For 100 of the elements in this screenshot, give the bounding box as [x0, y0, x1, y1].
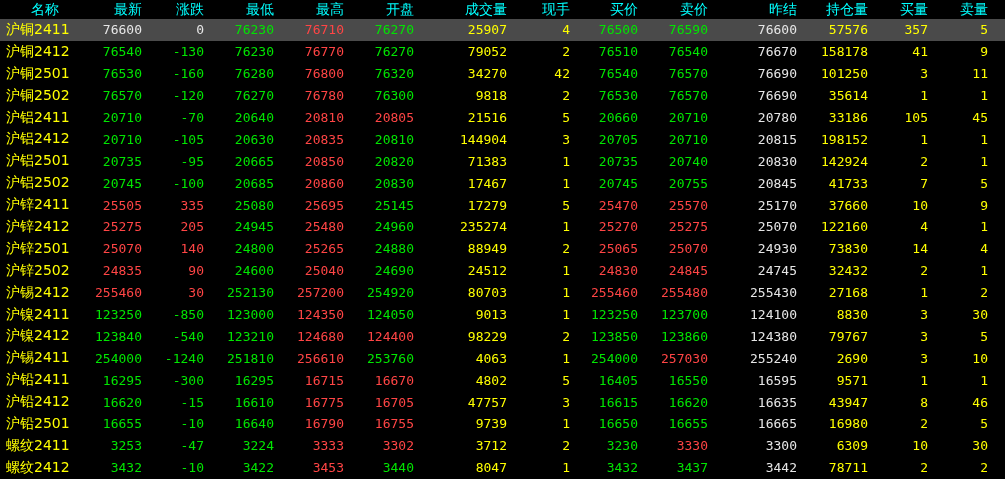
column-header[interactable]: 涨跌 [176, 0, 204, 19]
quote-row[interactable]: 沪锌2501 25070 140 24800 25265 24880 88949 2 25065 25070 24930 73830 14 4 [0, 237, 1005, 260]
table-cell: 3 [920, 307, 928, 322]
table-cell: 20860 [304, 175, 344, 191]
table-cell: 105 [904, 110, 928, 125]
table-cell: 254000 [95, 350, 142, 366]
quote-row[interactable]: 沪锡2412 255460 30 252130 257200 254920 80703 1 255460 255480 255430 27168 1 2 [0, 281, 1005, 304]
column-header[interactable]: 现手 [542, 0, 570, 19]
table-cell: 3442 [765, 460, 797, 476]
table-cell: -100 [172, 175, 204, 191]
table-cell: 8047 [475, 460, 507, 476]
quote-row[interactable]: 沪铜2501 76530 -160 76280 76800 76320 34270 42 76540 76570 76690 101250 3 11 [0, 62, 1005, 85]
table-cell: 20850 [304, 153, 344, 169]
contract-name: 沪铜2412 [5, 42, 70, 61]
table-cell: 41733 [828, 175, 868, 191]
column-header[interactable]: 最低 [246, 0, 274, 19]
table-cell: 16620 [668, 394, 708, 410]
table-cell: 3230 [606, 438, 638, 454]
table-cell: 76230 [234, 22, 274, 38]
quote-row[interactable]: 沪铅2412 16620 -15 16610 16775 16705 47757 3 16615 16620 16635 43947 8 46 [0, 391, 1005, 414]
column-header[interactable]: 开盘 [386, 0, 414, 19]
column-header[interactable]: 最新 [114, 0, 142, 19]
quote-row[interactable]: 沪铝2412 20710 -105 20630 20835 20810 144904 3 20705 20710 20815 198152 1 1 [0, 128, 1005, 151]
table-cell: 20710 [102, 131, 142, 147]
quote-row[interactable]: 沪铜2502 76570 -120 76270 76780 76300 9818 2 76530 76570 76690 35614 1 1 [0, 84, 1005, 107]
table-cell: 76600 [757, 22, 797, 38]
table-cell: 76690 [757, 88, 797, 104]
column-header[interactable]: 最高 [316, 0, 344, 19]
quote-row[interactable]: 沪铜2411 76600 0 76230 76710 76270 25907 4 76500 76590 76600 57576 357 5 [0, 19, 1005, 41]
table-cell: 2 [920, 153, 928, 169]
quote-row[interactable]: 沪镍2412 123840 -540 123210 124680 124400 98229 2 123850 123860 124380 79767 3 5 [0, 325, 1005, 348]
table-cell: 4802 [475, 372, 507, 388]
contract-name: 沪铜2411 [5, 20, 70, 39]
contract-name: 沪铜2502 [5, 86, 70, 105]
table-cell: 124100 [750, 307, 797, 322]
table-cell: 6309 [836, 438, 868, 454]
table-cell: -95 [180, 153, 204, 169]
table-cell: 25070 [102, 241, 142, 257]
table-cell: 43947 [828, 394, 868, 410]
table-cell: 3 [920, 350, 928, 366]
table-cell: 20740 [668, 153, 708, 169]
table-cell: 76320 [374, 66, 414, 82]
quote-row[interactable]: 沪镍2411 123250 -850 123000 124350 124050 9013 1 123250 123700 124100 8830 3 30 [0, 303, 1005, 326]
table-cell: 16705 [374, 394, 414, 410]
table-cell: 1 [980, 263, 988, 279]
quote-row[interactable]: 沪铝2502 20745 -100 20685 20860 20830 17467 1 20745 20755 20845 41733 7 5 [0, 172, 1005, 195]
table-cell: 20630 [234, 131, 274, 147]
column-header[interactable]: 成交量 [465, 0, 507, 19]
table-cell: 34270 [467, 66, 507, 82]
table-cell: 3 [920, 328, 928, 344]
table-cell: 79767 [828, 328, 868, 344]
table-cell: 17279 [467, 197, 507, 213]
quote-row[interactable]: 沪铜2412 76540 -130 76230 76770 76270 79052 2 76510 76540 76670 158178 41 9 [0, 40, 1005, 63]
table-cell: 20820 [374, 153, 414, 169]
table-cell: 76280 [234, 66, 274, 82]
table-cell: 1 [562, 307, 570, 322]
column-header[interactable]: 昨结 [769, 0, 797, 19]
table-cell: 10 [912, 197, 928, 213]
table-cell: 158178 [821, 44, 868, 60]
column-header[interactable]: 卖量 [960, 0, 988, 19]
column-header[interactable]: 卖价 [680, 0, 708, 19]
table-cell: 257030 [661, 350, 708, 366]
table-cell: 42 [554, 66, 570, 82]
table-cell: 20710 [668, 110, 708, 125]
table-cell: 144904 [460, 131, 507, 147]
table-cell: 35614 [828, 88, 868, 104]
quote-row[interactable]: 沪锌2411 25505 335 25080 25695 25145 17279 5 25470 25570 25170 37660 10 9 [0, 194, 1005, 216]
table-cell: -160 [172, 66, 204, 82]
quote-row[interactable]: 沪铝2501 20735 -95 20665 20850 20820 71383 1 20735 20740 20830 142924 2 1 [0, 150, 1005, 173]
table-cell: 10 [972, 350, 988, 366]
quote-row[interactable]: 沪锌2412 25275 205 24945 25480 24960 235274 1 25270 25275 25070 122160 4 1 [0, 216, 1005, 238]
quote-row[interactable]: 沪铅2411 16295 -300 16295 16715 16670 4802 5 16405 16550 16595 9571 1 1 [0, 369, 1005, 392]
table-cell: 142924 [821, 153, 868, 169]
table-cell: -15 [180, 394, 204, 410]
quote-row[interactable]: 沪锌2502 24835 90 24600 25040 24690 24512 1 24830 24845 24745 32432 2 1 [0, 259, 1005, 282]
contract-name: 沪锌2502 [5, 261, 70, 280]
table-cell: 5 [980, 416, 988, 432]
table-cell: -47 [180, 438, 204, 454]
table-cell: 254000 [591, 350, 638, 366]
table-cell: 16665 [757, 416, 797, 432]
table-cell: 8 [920, 394, 928, 410]
column-header[interactable]: 买价 [610, 0, 638, 19]
contract-name: 沪铝2502 [5, 174, 70, 193]
column-header[interactable]: 持仓量 [826, 0, 868, 19]
table-cell: 2 [980, 285, 988, 301]
table-cell: 2 [920, 263, 928, 279]
table-cell: 123250 [591, 307, 638, 322]
quote-row[interactable]: 沪锡2411 254000 -1240 251810 256610 253760 4063 1 254000 257030 255240 2690 3 10 [0, 347, 1005, 370]
quote-row[interactable]: 沪铝2411 20710 -70 20640 20810 20805 21516 5 20660 20710 20780 33186 105 45 [0, 106, 1005, 129]
column-header[interactable]: 买量 [900, 0, 928, 19]
table-cell: 124680 [297, 328, 344, 344]
table-cell: -10 [180, 416, 204, 432]
column-header[interactable]: 名称 [21, 0, 59, 19]
table-cell: 90 [188, 263, 204, 279]
quote-row[interactable]: 沪铅2501 16655 -10 16640 16790 16755 9739 1 16650 16655 16665 16980 2 5 [0, 413, 1005, 435]
quote-row[interactable]: 螺纹2411 3253 -47 3224 3333 3302 3712 2 3230 3330 3300 6309 10 30 [0, 434, 1005, 457]
table-cell: 3253 [110, 438, 142, 454]
table-cell: 14 [912, 241, 928, 257]
quote-row[interactable]: 螺纹2412 3432 -10 3422 3453 3440 8047 1 3432 3437 3442 78711 2 2 [0, 456, 1005, 479]
table-cell: 20710 [102, 110, 142, 125]
